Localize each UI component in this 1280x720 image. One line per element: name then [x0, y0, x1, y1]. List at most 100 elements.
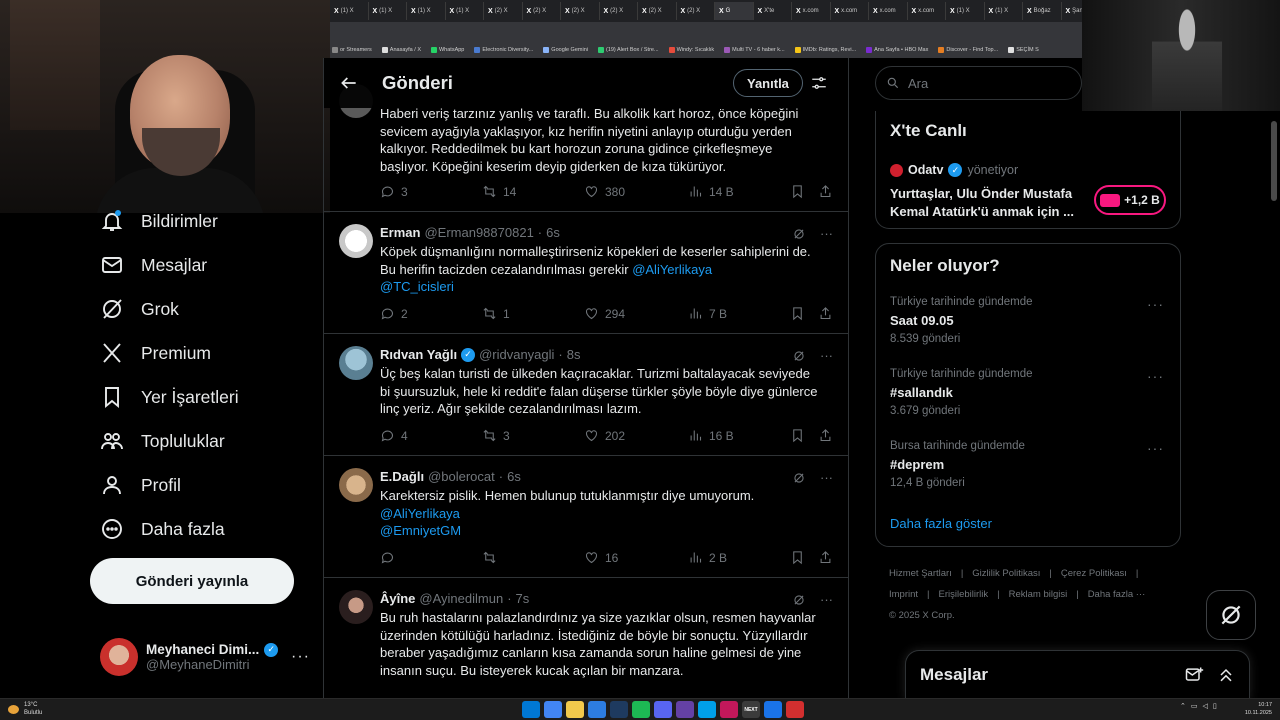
trend-item[interactable]: Türkiye tarihinde gündemde #sallandık 3.… [890, 368, 1170, 417]
footer-link[interactable]: Çerez Politikası [1061, 568, 1127, 579]
bookmark-link[interactable]: Electronic Diversity... [474, 47, 533, 53]
taskbar-app-icon[interactable] [566, 701, 584, 718]
like-action[interactable]: 202 [584, 428, 625, 443]
bookmark-link[interactable]: Multi TV - 6 haber k... [724, 47, 785, 53]
bookmark-link[interactable]: Ana Sayfa • HBO Max [866, 47, 928, 53]
author-handle[interactable]: @Ayinedilmun [419, 591, 503, 606]
bookmark-action[interactable] [790, 184, 805, 199]
reply-tweet[interactable]: E.Dağlı @bolerocat · 6s ··· Karektersiz … [324, 456, 848, 578]
nav-more[interactable]: Daha fazla [100, 514, 225, 544]
nav-grok[interactable]: Grok [100, 294, 179, 324]
tweet-time[interactable]: 8s [567, 347, 581, 362]
tray-chevron-icon[interactable]: ⌃ [1180, 702, 1186, 710]
taskbar-app-icon[interactable] [610, 701, 628, 718]
browser-tab[interactable]: X (1) X [446, 2, 484, 20]
like-action[interactable]: 380 [584, 184, 625, 199]
weather-widget[interactable]: 13°C Bulutlu [8, 701, 42, 717]
avatar[interactable] [339, 590, 373, 624]
reply-tweet[interactable]: Rıdvan Yağlı ✓ @ridvanyagli · 8s ··· Üç … [324, 334, 848, 456]
author-name[interactable]: Erman [380, 225, 420, 240]
author-name[interactable]: E.Dağlı [380, 469, 424, 484]
bookmark-link[interactable]: (19) Alert Box / Stre... [597, 47, 659, 53]
reply-action[interactable] [380, 550, 395, 565]
reply-button[interactable]: Yanıtla [733, 69, 803, 97]
footer-link[interactable]: Imprint [889, 589, 918, 600]
like-action[interactable]: 294 [584, 306, 625, 321]
nav-premium[interactable]: Premium [100, 338, 211, 368]
taskbar-app-icon[interactable] [676, 701, 694, 718]
mention-link[interactable]: @AliYerlikaya [380, 505, 838, 523]
browser-tab[interactable]: Xx.com [831, 2, 869, 20]
avatar[interactable] [339, 346, 373, 380]
system-clock[interactable]: 10:17 10.11.2025 [1240, 701, 1272, 717]
volume-icon[interactable]: ◁ [1203, 702, 1208, 710]
reply-action[interactable]: 3 [380, 184, 408, 199]
taskbar-app-icon[interactable] [786, 701, 804, 718]
repost-action[interactable] [482, 550, 497, 565]
taskbar-app-icon[interactable] [654, 701, 672, 718]
nav-profile[interactable]: Profil [100, 470, 181, 500]
bookmark-link[interactable]: Google Gemini [543, 47, 588, 53]
address-bar[interactable] [330, 22, 1082, 42]
browser-tab[interactable]: X (2) X [638, 2, 677, 20]
account-switcher[interactable]: Meyhaneci Dimi... ✓ @MeyhaneDimitri ··· [100, 636, 310, 678]
bookmark-link[interactable]: WhatsApp [430, 47, 464, 53]
taskbar-app-icon[interactable] [632, 701, 650, 718]
browser-tab[interactable]: X (2) X [600, 2, 638, 20]
more-dots-icon[interactable]: ··· [1147, 296, 1164, 312]
post-button[interactable]: Gönderi yayınla [90, 558, 294, 604]
bookmark-link[interactable]: Anasayfa / X [381, 47, 421, 53]
more-dots-icon[interactable]: ··· [820, 470, 833, 485]
reply-tweet[interactable]: Âyîne @Ayinedilmun · 7s ··· Bu ruh hasta… [324, 578, 848, 698]
browser-tab[interactable]: X (2) X [677, 2, 715, 20]
taskbar-app-icon[interactable] [588, 701, 606, 718]
nav-communities[interactable]: Topluluklar [100, 426, 225, 456]
trend-item[interactable]: Bursa tarihinde gündemde #deprem 12,4 B … [890, 440, 1170, 489]
page-scrollbar[interactable] [1271, 111, 1277, 698]
bookmark-link[interactable]: IMDb: Ratings, Revi... [794, 47, 856, 53]
reply-tweet[interactable]: Erman @Erman98870821 · 6s ··· Köpek düşm… [324, 212, 848, 334]
views-action[interactable]: 7 B [688, 306, 727, 321]
views-action[interactable]: 2 B [688, 550, 727, 565]
live-listeners-pill[interactable]: +1,2 B [1094, 185, 1166, 215]
bookmark-action[interactable] [790, 550, 805, 565]
repost-action[interactable]: 3 [482, 428, 510, 443]
share-action[interactable] [818, 550, 833, 565]
footer-link[interactable]: Hizmet Şartları [889, 568, 952, 579]
browser-tab[interactable]: X (1) X [369, 2, 407, 20]
reply-action[interactable]: 2 [380, 306, 408, 321]
browser-tab[interactable]: X Boğaz [1023, 2, 1062, 20]
mention-link[interactable]: @EmniyetGM [380, 522, 838, 540]
bookmark-link[interactable]: SEÇİM S [1008, 47, 1039, 53]
grok-floating-button[interactable] [1206, 590, 1256, 640]
footer-link[interactable]: Gizlilik Politikası [972, 568, 1040, 579]
browser-tab[interactable]: X (1) X [407, 2, 446, 20]
author-handle[interactable]: @Erman98870821 [424, 225, 533, 240]
bookmark-link[interactable]: Windy: Sıcaklık [668, 47, 714, 53]
browser-tab[interactable]: X X'te [754, 2, 792, 20]
bookmark-link[interactable]: or Streamers [332, 47, 372, 53]
like-action[interactable]: 16 [584, 550, 618, 565]
nav-bookmarks[interactable]: Yer İşaretleri [100, 382, 239, 412]
search-input[interactable]: Ara [875, 66, 1082, 100]
footer-link[interactable]: © 2025 X Corp. [889, 610, 955, 621]
trend-item[interactable]: Türkiye tarihinde gündemde Saat 09.05 8.… [890, 296, 1170, 345]
new-message-icon[interactable] [1184, 665, 1204, 685]
tweet-time[interactable]: 6s [507, 469, 521, 484]
grok-icon[interactable] [792, 593, 806, 607]
network-icon[interactable]: ▭ [1191, 702, 1198, 710]
author-handle[interactable]: @bolerocat [428, 469, 495, 484]
browser-tab[interactable]: X (2) X [484, 2, 523, 20]
bookmark-action[interactable] [790, 428, 805, 443]
tweet-time[interactable]: 6s [546, 225, 560, 240]
taskbar-app-icon[interactable] [698, 701, 716, 718]
battery-icon[interactable]: ▯ [1213, 702, 1217, 710]
author-name[interactable]: Rıdvan Yağlı [380, 347, 457, 362]
browser-tab[interactable]: Xx.com [908, 2, 946, 20]
share-action[interactable] [818, 184, 833, 199]
footer-link[interactable]: Reklam bilgisi [1009, 589, 1068, 600]
share-action[interactable] [818, 306, 833, 321]
browser-tab[interactable]: X (2) X [523, 2, 561, 20]
author-name[interactable]: Âyîne [380, 591, 415, 606]
taskbar-app-icon[interactable]: NEXT [742, 701, 760, 718]
